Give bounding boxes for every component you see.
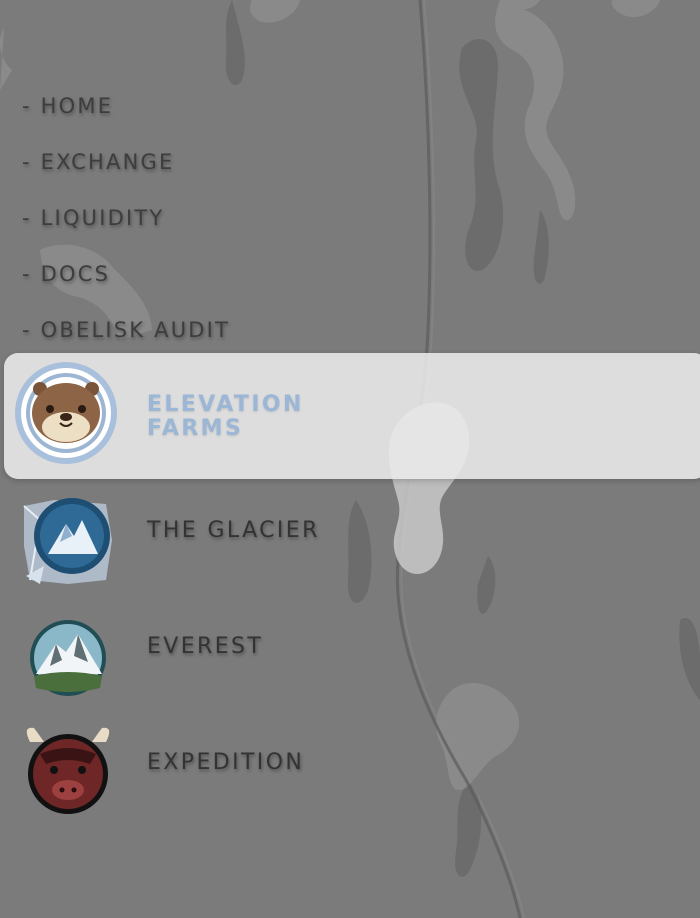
farm-label-the-glacier: THE GLACIER <box>147 518 320 543</box>
farm-label-expedition: EXPEDITION <box>147 750 305 775</box>
main-nav: - HOME - EXCHANGE - LIQUIDITY - DOCS - O… <box>22 90 230 370</box>
yak-icon <box>26 727 110 814</box>
everest-mountain-icon <box>30 620 106 696</box>
otter-icon <box>15 362 117 464</box>
farm-item-the-glacier[interactable]: THE GLACIER <box>0 470 700 598</box>
farm-label-everest: EVEREST <box>147 634 264 659</box>
nav-exchange-link[interactable]: - EXCHANGE <box>22 146 230 202</box>
farm-label-elevation: ELEVATION <box>147 392 304 417</box>
farm-item-elevation-farms[interactable]: ELEVATION FARMS <box>0 353 700 481</box>
farm-item-expedition[interactable]: EXPEDITION <box>0 702 700 830</box>
nav-docs-link[interactable]: - DOCS <box>22 258 230 314</box>
nav-liquidity-link[interactable]: - LIQUIDITY <box>22 202 230 258</box>
nav-home-link[interactable]: - HOME <box>22 90 230 146</box>
glacier-icon <box>23 498 112 584</box>
farm-label-farms: FARMS <box>147 416 244 441</box>
farm-item-everest[interactable]: EVEREST <box>0 586 700 714</box>
